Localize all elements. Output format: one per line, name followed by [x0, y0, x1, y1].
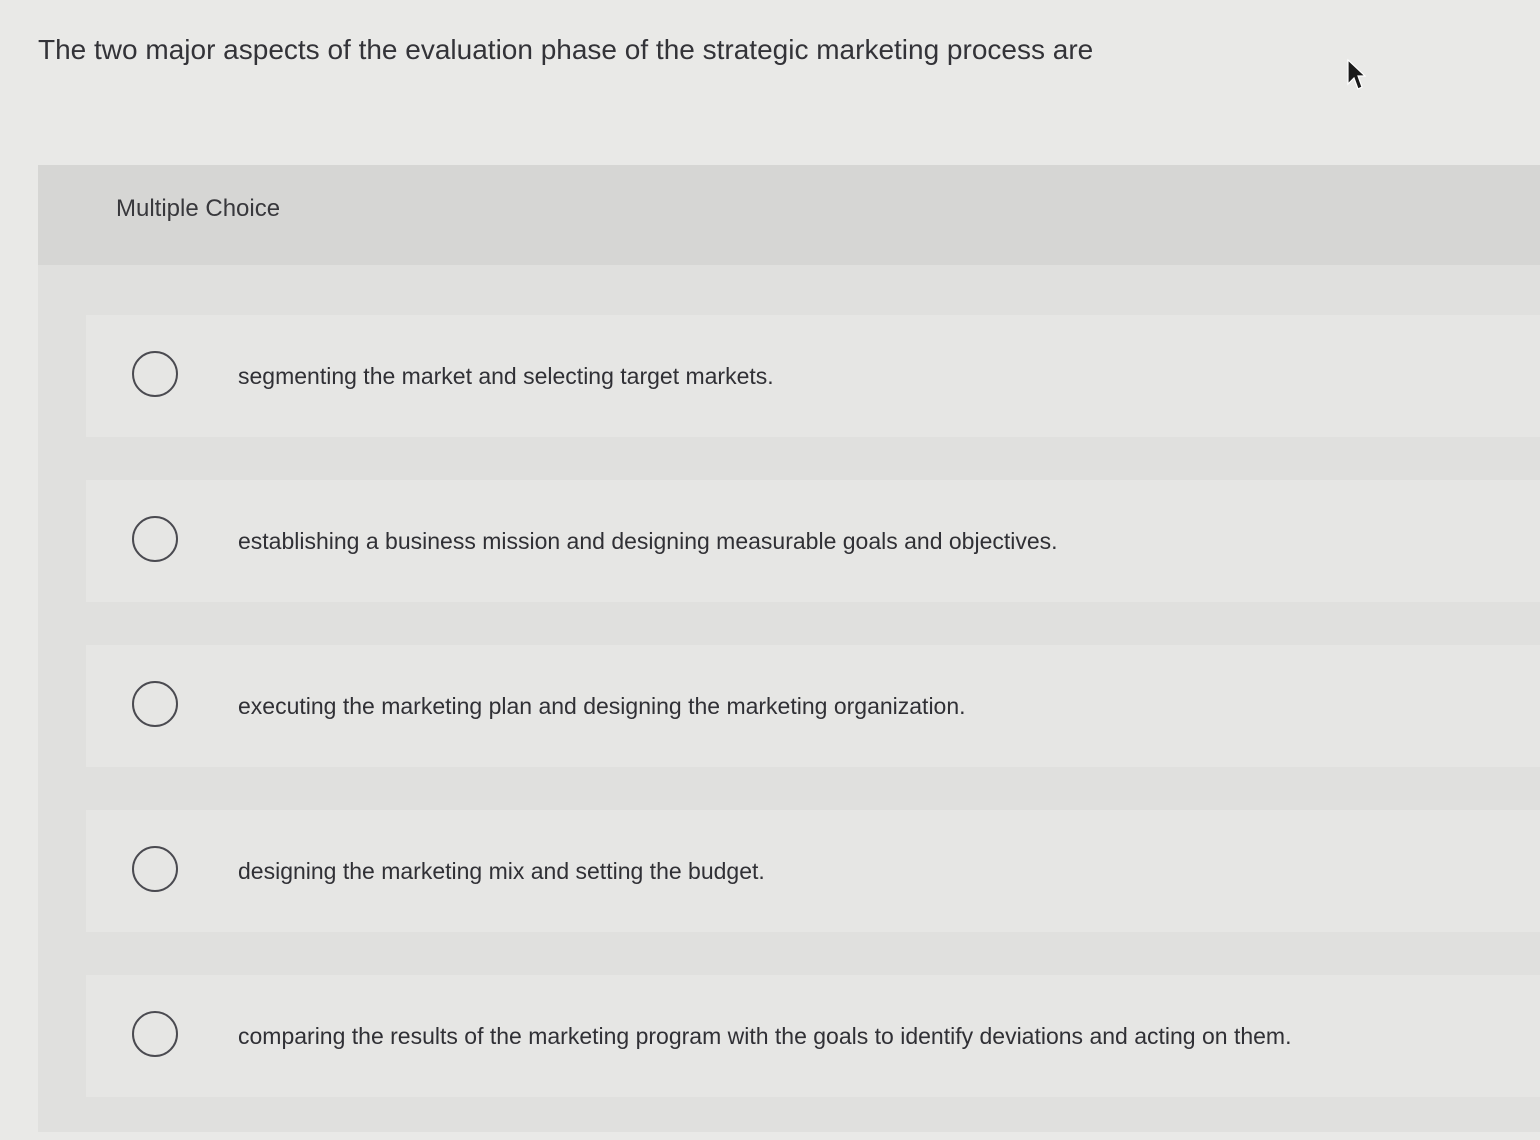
radio-unselected-icon[interactable]: [132, 681, 178, 727]
mouse-pointer-icon: [1347, 58, 1366, 90]
answer-option-label: segmenting the market and selecting targ…: [238, 363, 774, 389]
answer-option-label: designing the marketing mix and setting …: [238, 858, 765, 884]
answer-options: segmenting the market and selecting targ…: [86, 315, 1540, 1140]
answer-option-label: comparing the results of the marketing p…: [238, 1023, 1292, 1049]
question-type-label: Multiple Choice: [116, 195, 281, 222]
answer-option-label: executing the marketing plan and designi…: [238, 693, 966, 719]
answer-option-label: establishing a business mission and desi…: [238, 528, 1058, 554]
radio-unselected-icon[interactable]: [132, 846, 178, 892]
panel-header: Multiple Choice: [38, 165, 1540, 265]
question-text: The two major aspects of the evaluation …: [38, 34, 1094, 65]
radio-unselected-icon[interactable]: [132, 1011, 178, 1057]
answer-option-b[interactable]: establishing a business mission and desi…: [86, 480, 1540, 602]
radio-unselected-icon[interactable]: [132, 516, 178, 562]
answer-option-e[interactable]: comparing the results of the marketing p…: [86, 975, 1540, 1097]
multiple-choice-panel: Multiple Choice segmenting the market an…: [38, 165, 1540, 1132]
answer-option-a[interactable]: segmenting the market and selecting targ…: [86, 315, 1540, 437]
answer-option-c[interactable]: executing the marketing plan and designi…: [86, 645, 1540, 767]
answer-option-d[interactable]: designing the marketing mix and setting …: [86, 810, 1540, 932]
radio-unselected-icon[interactable]: [132, 351, 178, 397]
